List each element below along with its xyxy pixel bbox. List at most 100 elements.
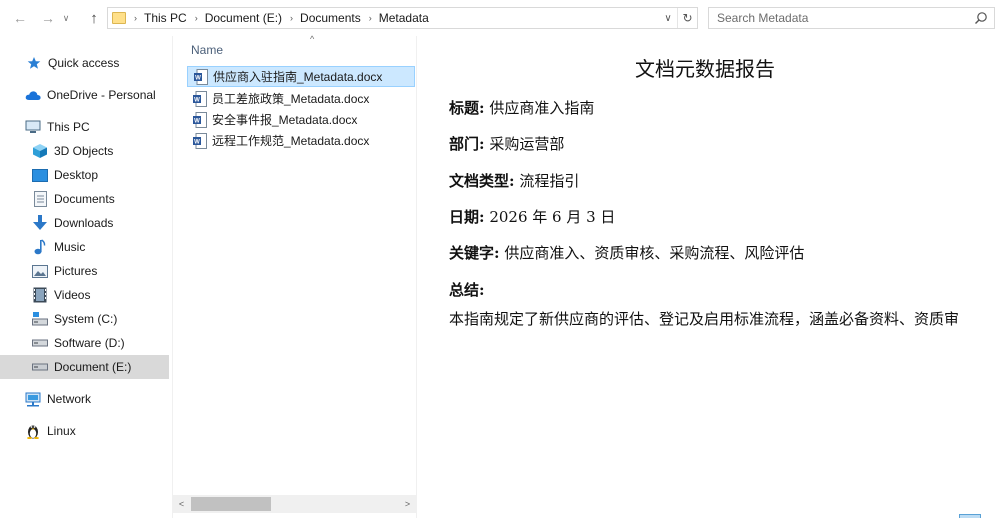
file-row[interactable]: W 远程工作规范_Metadata.docx [187, 130, 415, 151]
computer-icon [25, 119, 41, 135]
sidebar-item-onedrive[interactable]: OneDrive - Personal [0, 83, 169, 107]
column-header-name[interactable]: Name [191, 43, 223, 57]
svg-text:W: W [194, 118, 200, 124]
star-icon [26, 55, 42, 71]
sidebar-item-label: System (C:) [54, 312, 118, 326]
metadata-field-keywords: 关键字: 供应商准入、资质审核、采购流程、风险评估 [449, 242, 804, 263]
search-input[interactable] [717, 8, 967, 28]
field-value: 采购运营部 [484, 135, 565, 153]
sidebar-item-document-e[interactable]: Document (E:) [0, 355, 169, 379]
drive-icon [32, 311, 48, 327]
forward-button[interactable]: → [38, 8, 58, 28]
sidebar-item-label: Quick access [48, 56, 120, 70]
sidebar-item-label: Pictures [54, 264, 98, 278]
sidebar-item-linux[interactable]: Linux [0, 419, 169, 443]
sidebar-item-label: Linux [47, 424, 76, 438]
sidebar-item-desktop[interactable]: Desktop [0, 163, 169, 187]
metadata-field-department: 部门: 采购运营部 [449, 133, 564, 154]
breadcrumb-separator-icon[interactable]: › [369, 13, 372, 23]
sidebar-item-label: Downloads [54, 216, 114, 230]
summary-text: 本指南规定了新供应商的评估、登记及启用标准流程，涵盖必备资料、资质审 [449, 310, 960, 328]
sidebar-item-system-c[interactable]: System (C:) [0, 307, 169, 331]
sidebar-item-music[interactable]: Music [0, 235, 169, 259]
sidebar-item-this-pc[interactable]: This PC [0, 115, 169, 139]
linux-icon [25, 423, 41, 439]
preview-pane: 文档元数据报告 标题: 供应商准入指南 部门: 采购运营部 文档类型: 流程指引… [416, 36, 1008, 518]
horizontal-scrollbar[interactable]: < > [173, 495, 416, 513]
sidebar-item-label: Videos [54, 288, 91, 302]
video-icon [32, 287, 48, 303]
word-document-icon: W [193, 132, 207, 149]
sidebar-item-label: 3D Objects [54, 144, 114, 158]
sidebar-item-pictures[interactable]: Pictures [0, 259, 169, 283]
word-document-icon: W [193, 90, 207, 107]
metadata-field-doc-type: 文档类型: 流程指引 [449, 170, 579, 191]
sidebar-item-quick-access[interactable]: Quick access [0, 51, 169, 75]
download-icon [32, 215, 48, 231]
sidebar-item-network[interactable]: Network [0, 387, 169, 411]
word-document-icon: W [193, 111, 207, 128]
file-row[interactable]: W 供应商入驻指南_Metadata.docx [187, 66, 415, 87]
cube-icon [32, 143, 48, 159]
desktop-icon [32, 167, 48, 183]
sidebar-item-label: Music [54, 240, 86, 254]
sidebar-item-label: Documents [54, 192, 115, 206]
drive-icon [32, 335, 48, 351]
svg-text:W: W [195, 75, 201, 81]
metadata-field-date: 日期: 2026 年 6 月 3 日 [449, 206, 615, 227]
breadcrumb-separator-icon[interactable]: › [134, 13, 137, 23]
sidebar-item-label: Desktop [54, 168, 99, 182]
refresh-button[interactable]: ↻ [677, 8, 697, 28]
scrollbar-thumb[interactable] [191, 497, 271, 511]
sidebar-item-downloads[interactable]: Downloads [0, 211, 169, 235]
field-label: 标题: [449, 99, 485, 117]
sidebar-item-label: OneDrive - Personal [47, 88, 156, 102]
search-icon[interactable] [974, 11, 988, 25]
address-toolbar: ← → ∨ ↑ › This PC › Document (E:) › Docu… [0, 0, 1008, 36]
document-title: 文档元数据报告 [635, 57, 775, 81]
svg-text:W: W [194, 97, 200, 103]
breadcrumb-this-pc[interactable]: This PC [144, 11, 187, 25]
network-icon [25, 391, 41, 407]
drive-icon [32, 359, 48, 375]
sidebar-item-videos[interactable]: Videos [0, 283, 169, 307]
scroll-right-icon[interactable]: > [399, 495, 416, 513]
file-name: 供应商入驻指南_Metadata.docx [213, 70, 383, 84]
breadcrumb-document-e[interactable]: Document (E:) [205, 11, 282, 25]
sidebar-item-label: Software (D:) [54, 336, 125, 350]
breadcrumb-metadata[interactable]: Metadata [379, 11, 429, 25]
field-label: 总结: [449, 281, 485, 299]
breadcrumb-separator-icon[interactable]: › [195, 13, 198, 23]
breadcrumb-separator-icon[interactable]: › [290, 13, 293, 23]
cloud-icon [25, 87, 41, 103]
field-label: 关键字: [449, 244, 500, 262]
pictures-icon [32, 263, 48, 279]
field-label: 文档类型: [449, 172, 515, 190]
field-value: 流程指引 [514, 172, 580, 190]
document-icon [32, 191, 48, 207]
file-row[interactable]: W 员工差旅政策_Metadata.docx [187, 88, 415, 109]
address-bar[interactable]: › This PC › Document (E:) › Documents › … [107, 7, 698, 29]
scroll-left-icon[interactable]: < [173, 495, 190, 513]
sort-ascending-icon: ^ [310, 34, 315, 44]
file-name: 员工差旅政策_Metadata.docx [212, 92, 370, 106]
search-box[interactable] [708, 7, 995, 29]
file-name: 远程工作规范_Metadata.docx [212, 134, 370, 148]
address-dropdown-icon[interactable]: ∨ [661, 11, 675, 25]
up-button[interactable]: ↑ [84, 8, 104, 28]
breadcrumb-documents[interactable]: Documents [300, 11, 361, 25]
sidebar-item-documents[interactable]: Documents [0, 187, 169, 211]
recent-locations-chevron-icon[interactable]: ∨ [60, 8, 72, 28]
sidebar-item-3d-objects[interactable]: 3D Objects [0, 139, 169, 163]
field-value: 供应商准入指南 [484, 99, 595, 117]
metadata-field-title: 标题: 供应商准入指南 [449, 97, 594, 118]
file-row[interactable]: W 安全事件报_Metadata.docx [187, 109, 415, 130]
file-name: 安全事件报_Metadata.docx [212, 113, 358, 127]
sidebar-item-label: Network [47, 392, 92, 406]
music-icon [32, 239, 48, 255]
back-button[interactable]: ← [10, 8, 30, 28]
field-label: 部门: [449, 135, 485, 153]
folder-icon [112, 12, 126, 24]
field-label: 日期: [449, 208, 485, 226]
sidebar-item-software-d[interactable]: Software (D:) [0, 331, 169, 355]
